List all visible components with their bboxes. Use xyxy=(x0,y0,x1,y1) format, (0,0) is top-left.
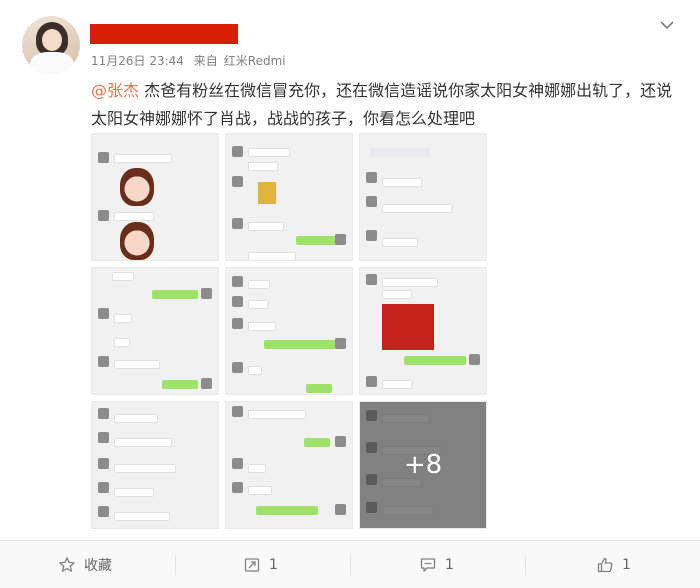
post-date[interactable]: 11月26日 23:44 xyxy=(91,54,184,68)
post-meta: 11月26日 23:44 来自 红米Redmi xyxy=(91,52,292,69)
comment-icon xyxy=(419,556,437,574)
image-thumbnail-7[interactable] xyxy=(91,401,219,529)
mention-link[interactable]: @张杰 xyxy=(91,81,139,100)
action-bar: 收藏 1 1 1 xyxy=(0,540,700,588)
weibo-post: 11月26日 23:44 来自 红米Redmi @张杰 杰爸有粉丝在微信冒充你，还… xyxy=(0,0,700,588)
image-thumbnail-1[interactable] xyxy=(91,133,219,261)
post-source-label: 来自 xyxy=(193,54,218,68)
image-thumbnail-4[interactable] xyxy=(91,267,219,395)
chevron-down-icon[interactable] xyxy=(656,14,678,36)
more-images-count: +8 xyxy=(403,450,443,480)
repost-button[interactable]: 1 xyxy=(243,541,278,588)
favorite-label: 收藏 xyxy=(84,558,112,574)
image-thumbnail-3[interactable] xyxy=(359,133,487,261)
thumbs-up-icon xyxy=(596,556,614,574)
image-thumbnail-2[interactable] xyxy=(225,133,353,261)
image-thumbnail-5[interactable] xyxy=(225,267,353,395)
favorite-button[interactable]: 收藏 xyxy=(58,541,112,588)
repost-count: 1 xyxy=(269,557,278,573)
star-icon xyxy=(58,556,76,574)
image-thumbnail-9[interactable]: +8 xyxy=(359,401,487,529)
comment-button[interactable]: 1 xyxy=(419,541,454,588)
like-count: 1 xyxy=(622,557,631,573)
like-button[interactable]: 1 xyxy=(596,541,631,588)
redacted-username[interactable] xyxy=(90,24,238,44)
image-thumbnail-6[interactable] xyxy=(359,267,487,395)
image-thumbnail-8[interactable] xyxy=(225,401,353,529)
more-images-overlay[interactable]: +8 xyxy=(360,402,486,528)
post-text: @张杰 杰爸有粉丝在微信冒充你，还在微信造谣说你家太阳女神娜娜出轨了，还说太阳女… xyxy=(91,77,683,133)
image-grid: +8 xyxy=(91,133,487,529)
user-avatar[interactable] xyxy=(22,16,80,74)
repost-icon xyxy=(243,556,261,574)
comment-count: 1 xyxy=(445,557,454,573)
post-device[interactable]: 红米Redmi xyxy=(224,54,286,68)
post-body: 杰爸有粉丝在微信冒充你，还在微信造谣说你家太阳女神娜娜出轨了，还说太阳女神娜娜怀… xyxy=(91,81,673,128)
